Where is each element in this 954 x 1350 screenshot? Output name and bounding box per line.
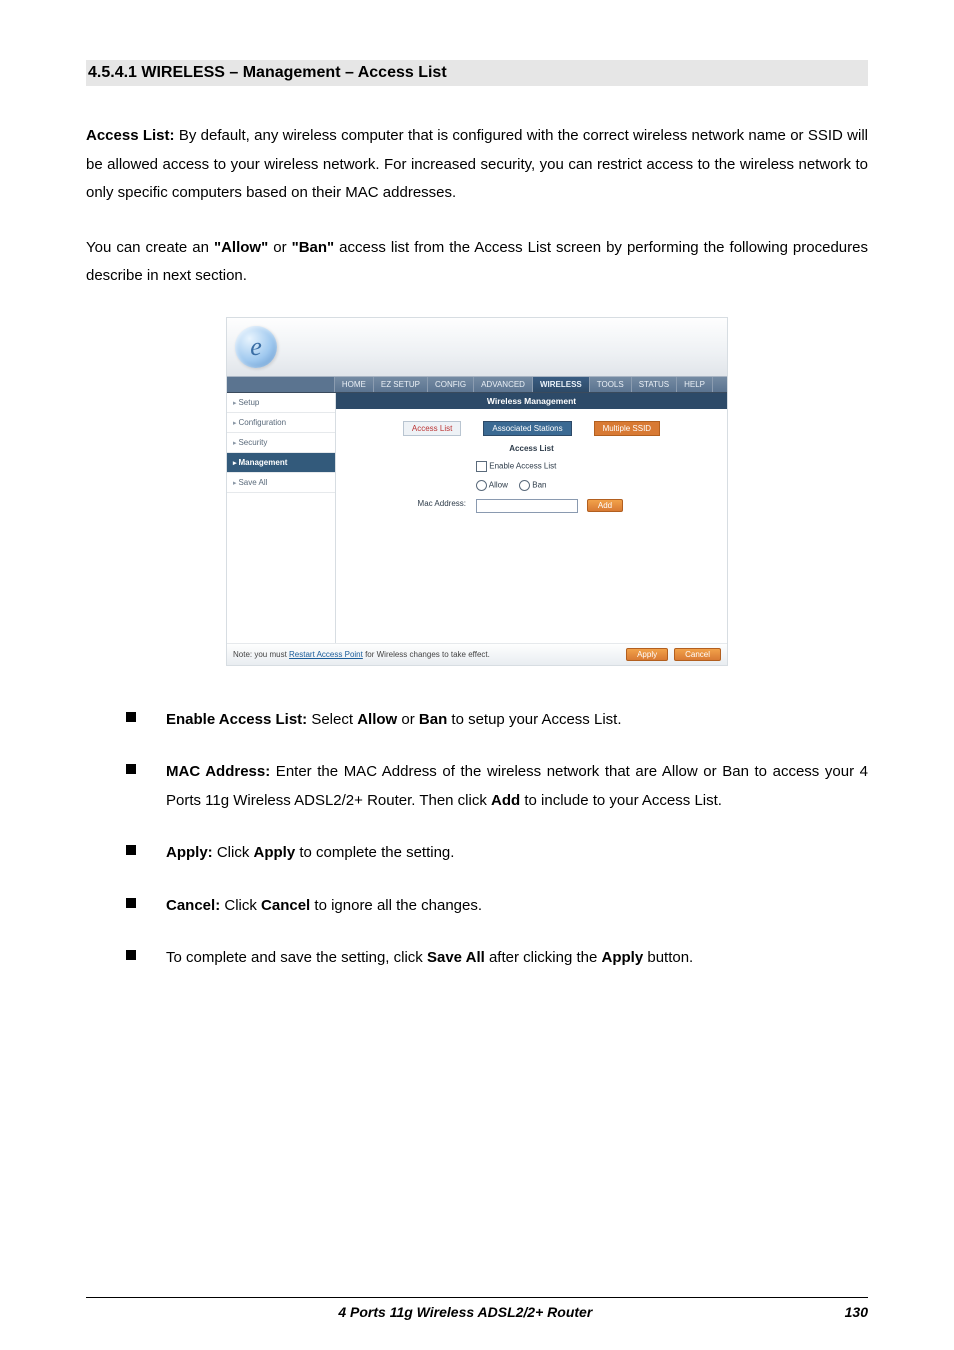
- tab-advanced[interactable]: ADVANCED: [473, 377, 532, 392]
- panel-banner: Wireless Management: [336, 393, 727, 409]
- ban-term: "Ban": [292, 239, 335, 256]
- cancel-button[interactable]: Cancel: [674, 648, 721, 661]
- tab-home[interactable]: HOME: [334, 377, 373, 392]
- tab-help[interactable]: HELP: [676, 377, 712, 392]
- sub-tab-bar: Access List Associated Stations Multiple…: [336, 409, 727, 440]
- top-tab-bar: HOME EZ SETUP CONFIG ADVANCED WIRELESS T…: [227, 376, 727, 393]
- tab-spacer: [227, 377, 334, 392]
- sidebar-item-management[interactable]: Management: [227, 453, 335, 473]
- sidebar: Setup Configuration Security Management …: [227, 393, 336, 643]
- mac-address-label: Mac Address:: [346, 499, 476, 513]
- restart-access-point-link[interactable]: Restart Access Point: [289, 650, 363, 659]
- enable-access-list-checkbox[interactable]: [476, 461, 487, 472]
- logo-letter: e: [235, 326, 277, 368]
- document-footer: 4 Ports 11g Wireless ADSL2/2+ Router 130: [86, 1297, 868, 1320]
- allow-term: "Allow": [214, 239, 268, 256]
- bullet-enable-access-list: Enable Access List: Select Allow or Ban …: [126, 706, 868, 735]
- intro-paragraph-1: Access List: By default, any wireless co…: [86, 122, 868, 208]
- access-list-label: Access List:: [86, 127, 175, 144]
- logo-icon: e: [235, 326, 277, 368]
- allow-radio[interactable]: [476, 480, 487, 491]
- tab-config[interactable]: CONFIG: [427, 377, 473, 392]
- bullet-apply: Apply: Click Apply to complete the setti…: [126, 839, 868, 868]
- apply-button[interactable]: Apply: [626, 648, 668, 661]
- footer-note-post: for Wireless changes to take effect.: [363, 650, 490, 659]
- router-footer: Note: you must Restart Access Point for …: [227, 643, 727, 665]
- mac-address-input[interactable]: [476, 499, 578, 513]
- sidebar-item-setup[interactable]: Setup: [227, 393, 335, 413]
- document-footer-title: 4 Ports 11g Wireless ADSL2/2+ Router: [86, 1304, 845, 1320]
- subtab-associated-stations[interactable]: Associated Stations: [483, 421, 571, 436]
- intro-paragraph-2: You can create an "Allow" or "Ban" acces…: [86, 234, 868, 291]
- router-header: e: [227, 318, 727, 376]
- tab-filler: [712, 377, 727, 392]
- bullet-save-all: To complete and save the setting, click …: [126, 944, 868, 973]
- instruction-list: Enable Access List: Select Allow or Ban …: [126, 706, 868, 973]
- allow-radio-label: Allow: [489, 480, 508, 489]
- panel-title: Access List: [336, 440, 727, 461]
- tab-status[interactable]: STATUS: [631, 377, 676, 392]
- add-button[interactable]: Add: [587, 499, 623, 512]
- access-list-form: Enable Access List Allow Ban Mac Address…: [336, 461, 727, 513]
- tab-ezsetup[interactable]: EZ SETUP: [373, 377, 427, 392]
- ban-radio[interactable]: [519, 480, 530, 491]
- ban-radio-label: Ban: [532, 480, 546, 489]
- main-panel: Wireless Management Access List Associat…: [336, 393, 727, 643]
- intro-paragraph-1-text: By default, any wireless computer that i…: [86, 127, 868, 201]
- bullet-mac-address: MAC Address: Enter the MAC Address of th…: [126, 758, 868, 815]
- router-screenshot: e HOME EZ SETUP CONFIG ADVANCED WIRELESS…: [226, 317, 728, 666]
- section-heading: 4.5.4.1 WIRELESS – Management – Access L…: [86, 60, 868, 86]
- tab-tools[interactable]: TOOLS: [589, 377, 631, 392]
- sidebar-item-save-all[interactable]: Save All: [227, 473, 335, 493]
- footer-note-pre: Note: you must: [233, 650, 289, 659]
- spacer-lbl-2: [346, 480, 476, 491]
- subtab-multiple-ssid[interactable]: Multiple SSID: [594, 421, 660, 436]
- tab-wireless[interactable]: WIRELESS: [532, 377, 589, 392]
- enable-access-list-label: Enable Access List: [489, 461, 556, 470]
- document-page-number: 130: [845, 1304, 868, 1320]
- sidebar-item-security[interactable]: Security: [227, 433, 335, 453]
- subtab-access-list[interactable]: Access List: [403, 421, 461, 436]
- sidebar-item-configuration[interactable]: Configuration: [227, 413, 335, 433]
- spacer-lbl: [346, 461, 476, 472]
- bullet-cancel: Cancel: Click Cancel to ignore all the c…: [126, 892, 868, 921]
